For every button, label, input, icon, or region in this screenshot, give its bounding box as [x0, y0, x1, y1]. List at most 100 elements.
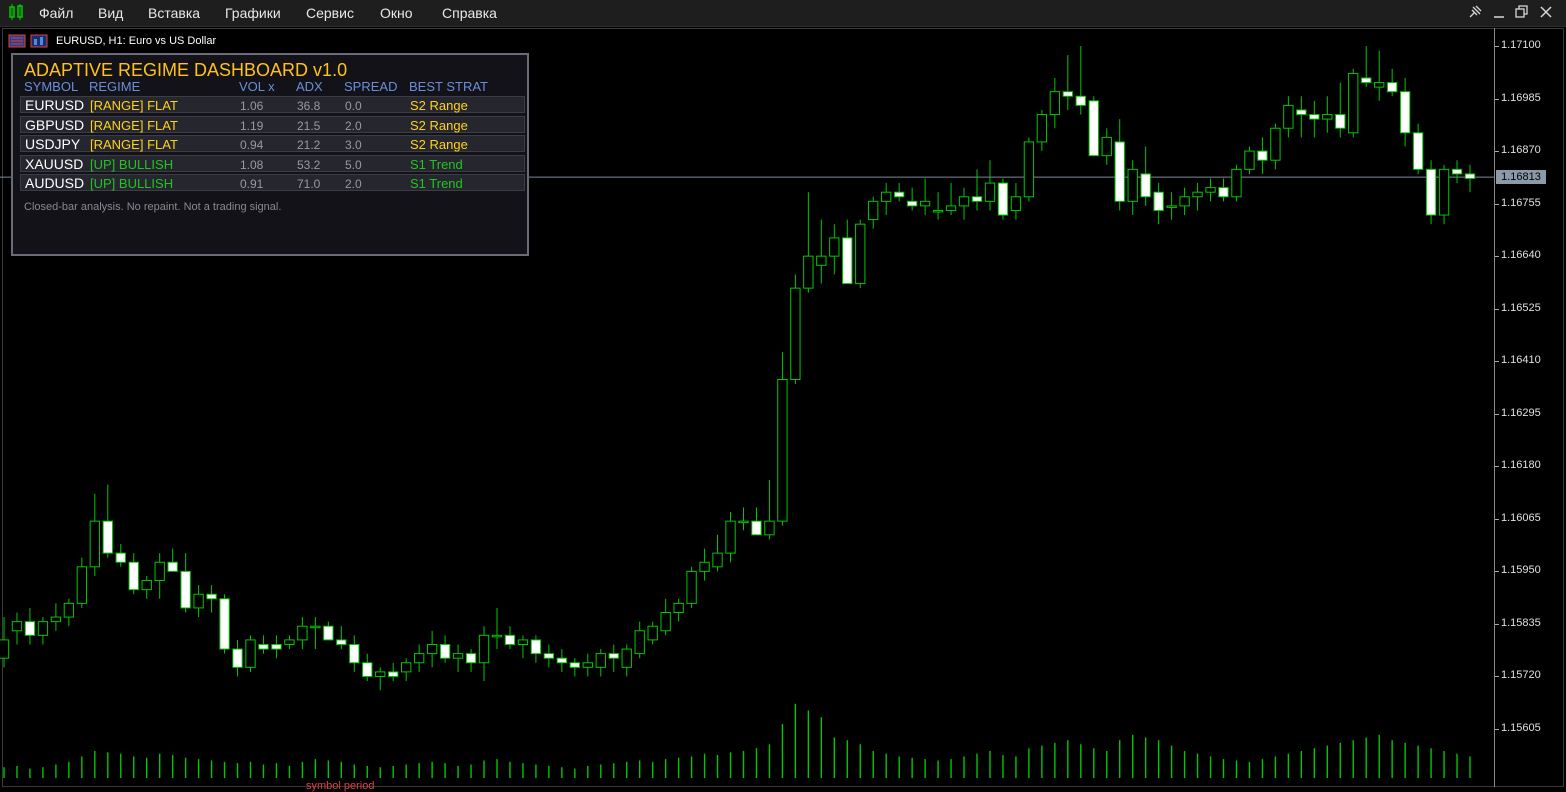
- dashboard-title: ADAPTIVE REGIME DASHBOARD v1.0: [24, 60, 348, 80]
- chart-bars-icon[interactable]: [30, 34, 48, 48]
- candle-body: [945, 205, 957, 211]
- candle-body: [465, 653, 477, 664]
- candle: [245, 635, 256, 672]
- candle: [154, 553, 165, 599]
- candle-body: [1010, 196, 1022, 211]
- price-label: 1.16295: [1501, 406, 1541, 419]
- candle-body: [426, 643, 438, 655]
- candle-body: [323, 625, 334, 641]
- candle: [945, 183, 957, 216]
- cell-vol: 0.91: [240, 177, 264, 191]
- candle: [336, 626, 347, 650]
- candle: [699, 548, 710, 581]
- candle: [1062, 55, 1073, 110]
- candle-body: [725, 520, 736, 554]
- close-icon[interactable]: [1538, 4, 1554, 20]
- candle-body: [478, 634, 490, 664]
- candle: [1114, 119, 1125, 211]
- candle-body: [102, 520, 113, 554]
- candle-body: [128, 561, 139, 591]
- candle: [63, 598, 75, 627]
- candle: [413, 644, 425, 672]
- candle-body: [1205, 187, 1216, 193]
- candle: [284, 635, 295, 650]
- restore-icon[interactable]: [1514, 4, 1530, 20]
- candle: [958, 187, 970, 220]
- candle: [1192, 183, 1203, 211]
- candle: [115, 543, 126, 567]
- price-scale[interactable]: 1.17100 1.16985 1.16870 1.16755 1.16640 1.165…: [1494, 28, 1566, 787]
- candle-body: [543, 653, 555, 659]
- candle-body: [1348, 72, 1359, 134]
- price-tick: [1495, 203, 1499, 205]
- candle-body: [1309, 114, 1320, 120]
- candle-body: [1296, 109, 1307, 116]
- candle-body: [1283, 104, 1294, 129]
- candle-body: [271, 643, 282, 650]
- candle: [1361, 46, 1372, 88]
- cell-strat: S1 Trend: [410, 157, 463, 172]
- candle: [1010, 183, 1022, 220]
- candle-body: [310, 625, 321, 629]
- candle: [725, 511, 736, 563]
- candle: [764, 480, 775, 540]
- candle: [1425, 160, 1437, 225]
- regime-dashboard: ADAPTIVE REGIME DASHBOARD v1.0 SYMBOL RE…: [11, 53, 529, 256]
- price-tick: [1495, 623, 1499, 625]
- candle: [1088, 96, 1099, 157]
- candle: [128, 553, 139, 595]
- candle-body: [11, 621, 23, 632]
- candle: [180, 553, 191, 613]
- candle: [1296, 96, 1307, 138]
- candle: [1036, 109, 1048, 152]
- candle: [401, 658, 412, 682]
- candle: [232, 639, 243, 677]
- candle-body: [1062, 91, 1073, 97]
- cell-regime: [RANGE] FLAT: [90, 98, 178, 113]
- price-tick: [1495, 361, 1499, 363]
- candle-body: [699, 561, 710, 572]
- candle: [1244, 146, 1255, 174]
- candle-body: [517, 639, 529, 645]
- candle-body: [1425, 168, 1437, 216]
- candle: [50, 603, 62, 631]
- candle-body: [816, 255, 827, 266]
- candle: [1205, 178, 1216, 202]
- candle-body: [1101, 136, 1112, 157]
- cell-spread: 3.0: [345, 138, 362, 152]
- candle-body: [1218, 187, 1229, 198]
- candle: [102, 484, 113, 558]
- candle-body: [115, 552, 126, 563]
- candle: [1140, 146, 1151, 206]
- candle: [141, 575, 152, 599]
- candle: [1257, 137, 1268, 174]
- candle-body: [919, 200, 931, 207]
- candle-body: [452, 653, 464, 659]
- candle-body: [1335, 114, 1346, 129]
- candle: [634, 621, 645, 659]
- candle: [1412, 123, 1424, 174]
- candle-body: [206, 593, 217, 600]
- candle: [712, 534, 723, 572]
- chart-title-text: EURUSD, H1: Euro vs US Dollar: [56, 35, 217, 47]
- price-label: 1.16870: [1501, 144, 1541, 157]
- candle-body: [401, 662, 412, 673]
- minimize-icon[interactable]: [1492, 4, 1506, 20]
- chart-list-icon[interactable]: [8, 34, 26, 48]
- candle-body: [569, 662, 581, 668]
- candle: [738, 507, 749, 531]
- candle-body: [258, 643, 269, 650]
- candle-body: [906, 200, 918, 207]
- price-tick: [1495, 151, 1499, 153]
- candle-body: [582, 662, 593, 668]
- candle: [1153, 183, 1164, 225]
- candle: [219, 594, 230, 654]
- candle-body: [349, 643, 360, 664]
- price-label: 1.16985: [1501, 91, 1541, 104]
- candle: [1283, 96, 1294, 138]
- candle-body: [1438, 168, 1450, 216]
- candle-body: [362, 662, 373, 677]
- dashboard-footer: Closed-bar analysis. No repaint. Not a t…: [24, 201, 282, 213]
- candle: [569, 658, 581, 677]
- price-label: 1.15950: [1501, 564, 1541, 577]
